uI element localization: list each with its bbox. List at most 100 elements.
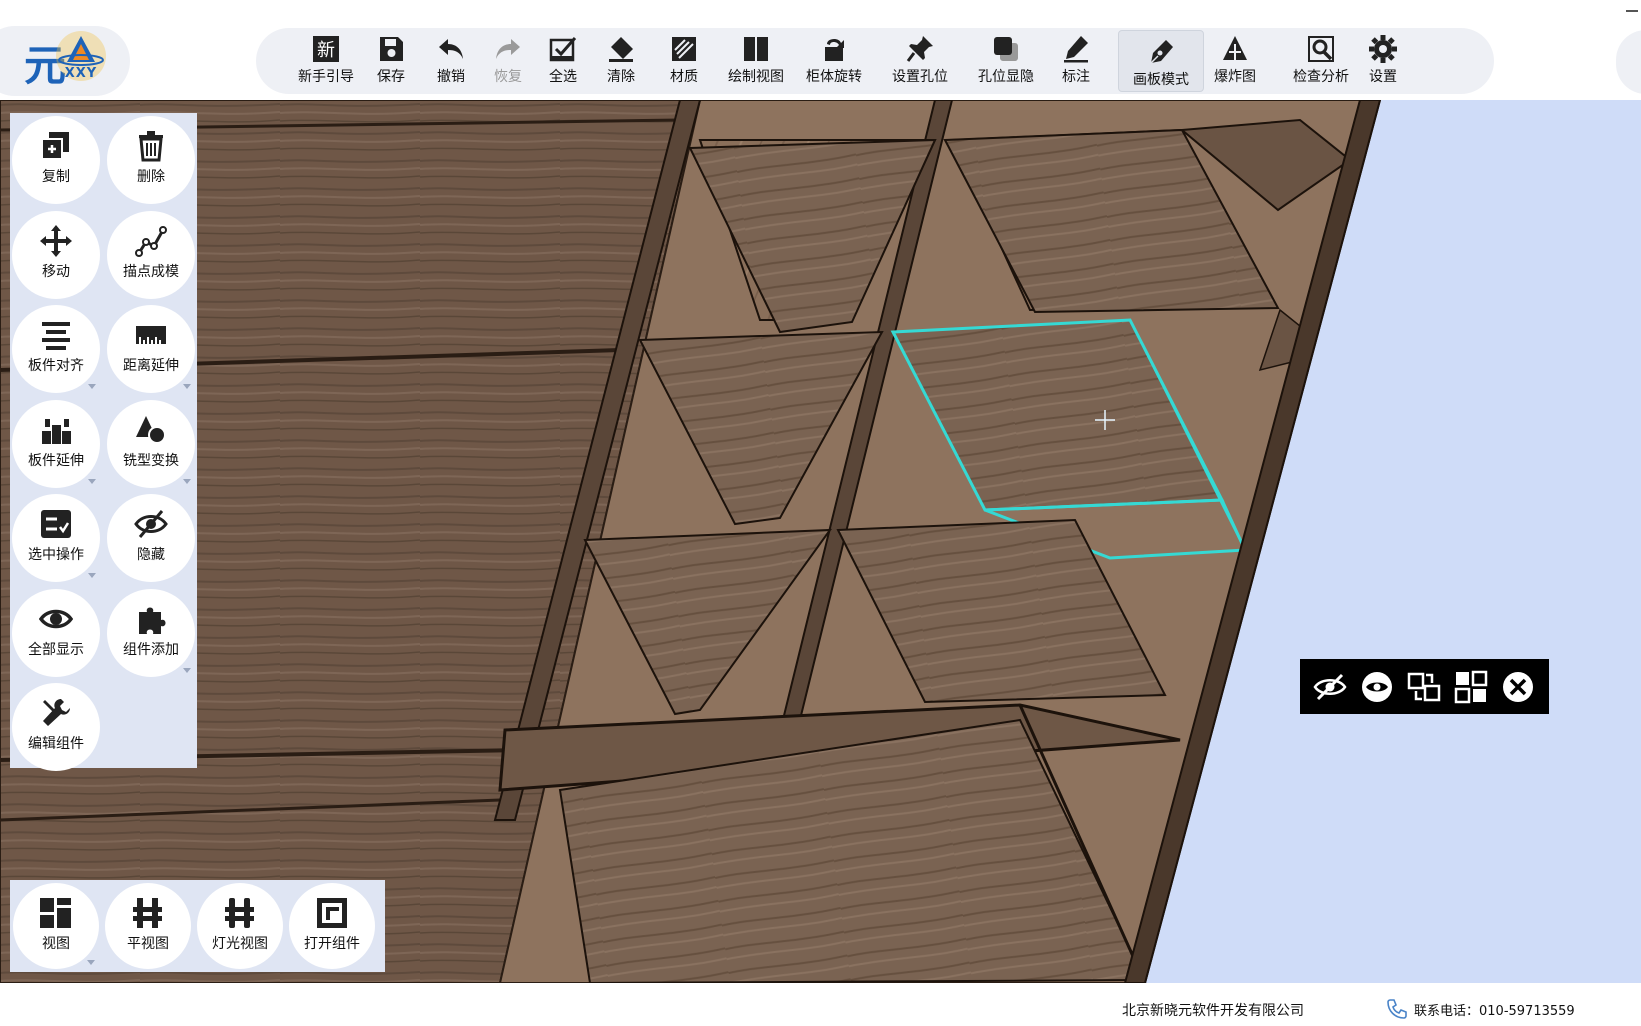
toolbar-button-label: 标注 — [1062, 69, 1090, 85]
component-icon — [1454, 670, 1488, 704]
logo-text: XXY — [64, 66, 98, 81]
eraser-icon — [609, 37, 633, 62]
status-bar: 北京新晓元软件开发有限公司 联系电话：010-59713559 — [0, 983, 1641, 1026]
submenu-indicator-icon — [88, 573, 96, 578]
toolbar-redo-button[interactable]: 恢复 — [484, 28, 532, 94]
tool-eye-off-button[interactable]: 隐藏 — [107, 494, 195, 582]
undo-icon — [439, 39, 463, 59]
align-icon — [42, 322, 70, 350]
toolbar-button-label: 绘制视图 — [728, 69, 784, 85]
tool-button-label: 板件延伸 — [28, 452, 84, 469]
view-button-label: 平视图 — [127, 936, 169, 952]
toolbar-inspect-button[interactable]: 检查分析 — [1283, 28, 1359, 94]
float-close-button[interactable] — [1500, 669, 1536, 705]
main-toolbar: 新新手引导保存 撤销恢复 全选 清除 材质 绘制视图 柜体旋转 设置孔位孔位显隐 标注 画板模式爆… — [256, 28, 1494, 94]
tool-eye-button[interactable]: 全部显示 — [12, 588, 100, 677]
view-light-view-button[interactable]: 灯光视图 — [197, 883, 283, 969]
annotate-icon — [1064, 36, 1088, 63]
submenu-indicator-icon — [183, 384, 191, 389]
tool-button-label: 删除 — [137, 169, 165, 185]
float-component-button[interactable] — [1453, 669, 1489, 705]
tool-shape-button[interactable]: 铣型变换 — [107, 399, 195, 488]
toolbar-button-label: 全选 — [549, 69, 577, 85]
minimize-icon[interactable] — [1626, 10, 1638, 12]
cabinet-render — [0, 100, 1641, 983]
view-flat-view-button[interactable]: 平视图 — [105, 883, 191, 969]
view-button-label: 打开组件 — [304, 936, 360, 952]
toolbar-new-guide-button[interactable]: 新新手引导 — [294, 28, 358, 94]
tool-node-model-button[interactable]: 描点成模 — [107, 210, 195, 299]
toolbar-button-label: 恢复 — [494, 69, 522, 85]
toolbar-material-button[interactable]: 材质 — [662, 28, 706, 94]
toolbar-select-all-button[interactable]: 全选 — [541, 28, 585, 94]
tool-align-button[interactable]: 板件对齐 — [12, 305, 100, 393]
explode-icon — [1223, 36, 1247, 60]
toolbar-undo-button[interactable]: 撤销 — [427, 28, 475, 94]
toolbar-button-label: 材质 — [670, 69, 698, 85]
tool-puzzle-button[interactable]: 组件添加 — [107, 588, 195, 677]
company-name: 北京新晓元软件开发有限公司 — [1122, 1003, 1304, 1019]
eye-off-icon — [134, 510, 168, 538]
view-panel: 视图 平视图 灯光视图 打开组件 — [10, 880, 385, 972]
ruler-icon — [136, 326, 166, 344]
save-icon — [380, 37, 403, 61]
toolbar-gear-button[interactable]: 设置 — [1359, 28, 1407, 94]
toolbar-button-label: 爆炸图 — [1214, 69, 1256, 85]
inspect-icon — [1308, 36, 1334, 62]
toolbar-save-button[interactable]: 保存 — [369, 28, 413, 94]
toolbar-explode-button[interactable]: 爆炸图 — [1209, 28, 1261, 94]
float-select-swap-button[interactable] — [1406, 669, 1442, 705]
tool-move-button[interactable]: 移动 — [12, 210, 100, 299]
hide-icon — [1313, 673, 1347, 701]
float-show-button[interactable] — [1359, 669, 1395, 705]
gear-icon — [1369, 35, 1397, 63]
top-bar: 元 XXY 新新手引导 保存 撤销 恢复 全选 清除 材质 绘制视图 柜体旋转 设置孔位 孔位显隐标… — [0, 0, 1641, 100]
toolbar-annotate-button[interactable]: 标注 — [1054, 28, 1098, 94]
light-view-icon — [225, 898, 254, 928]
flat-view-icon — [133, 898, 162, 928]
submenu-indicator-icon — [183, 667, 191, 673]
move-icon — [40, 224, 72, 257]
redo-icon — [496, 39, 520, 59]
toolbar-button-label: 保存 — [377, 69, 405, 85]
tool-ruler-button[interactable]: 距离延伸 — [107, 305, 195, 393]
toolbar-button-label: 柜体旋转 — [806, 69, 862, 85]
3d-viewport[interactable] — [0, 100, 1641, 983]
view-views-button[interactable]: 视图 — [13, 883, 99, 969]
toolbar-hole-toggle-button[interactable]: 孔位显隐 — [968, 28, 1044, 94]
trash-icon — [139, 131, 163, 162]
tool-button-label: 隐藏 — [137, 547, 165, 563]
submenu-indicator-icon — [183, 478, 191, 484]
toolbar-button-label: 清除 — [607, 69, 635, 85]
tool-button-label: 组件添加 — [123, 641, 179, 658]
tool-checklist-button[interactable]: 选中操作 — [12, 494, 100, 582]
node-model-icon — [135, 225, 167, 257]
toolbar-eraser-button[interactable]: 清除 — [599, 28, 643, 94]
float-hide-button[interactable] — [1312, 669, 1348, 705]
toolbar-draw-view-button[interactable]: 绘制视图 — [718, 28, 794, 94]
rotate-cabinet-icon — [825, 38, 844, 61]
tool-button-label: 板件对齐 — [28, 358, 84, 374]
view-open-component-button[interactable]: 打开组件 — [289, 883, 375, 969]
toolbar-button-label: 孔位显隐 — [978, 69, 1034, 85]
tool-button-label: 复制 — [42, 169, 70, 185]
close-icon — [1503, 672, 1533, 702]
tool-wrench-button[interactable]: 编辑组件 — [12, 683, 100, 771]
toolbar-button-label: 检查分析 — [1293, 69, 1349, 85]
view-button-label: 视图 — [42, 936, 70, 952]
puzzle-icon — [139, 607, 166, 634]
left-tool-panel: 复制 删除移动 描点成模板件对齐 距离延伸板件延伸 铣型变换 选中操作 隐藏全部显示 组件添加… — [10, 113, 197, 771]
tool-copy-button[interactable]: 复制 — [12, 116, 100, 204]
pin-icon — [906, 36, 933, 62]
submenu-indicator-icon — [88, 384, 96, 389]
toolbar-pin-button[interactable]: 设置孔位 — [882, 28, 958, 94]
tool-button-label: 全部显示 — [28, 641, 84, 658]
toolbar-rotate-cabinet-button[interactable]: 柜体旋转 — [796, 28, 872, 94]
toolbar-pen-button[interactable]: 画板模式 — [1118, 30, 1204, 92]
wrench-icon — [43, 699, 70, 726]
tool-trash-button[interactable]: 删除 — [107, 116, 195, 204]
phone-icon — [1387, 999, 1407, 1019]
submenu-indicator-icon — [87, 960, 95, 965]
select-all-icon — [549, 37, 577, 62]
tool-extend-button[interactable]: 板件延伸 — [12, 399, 100, 488]
